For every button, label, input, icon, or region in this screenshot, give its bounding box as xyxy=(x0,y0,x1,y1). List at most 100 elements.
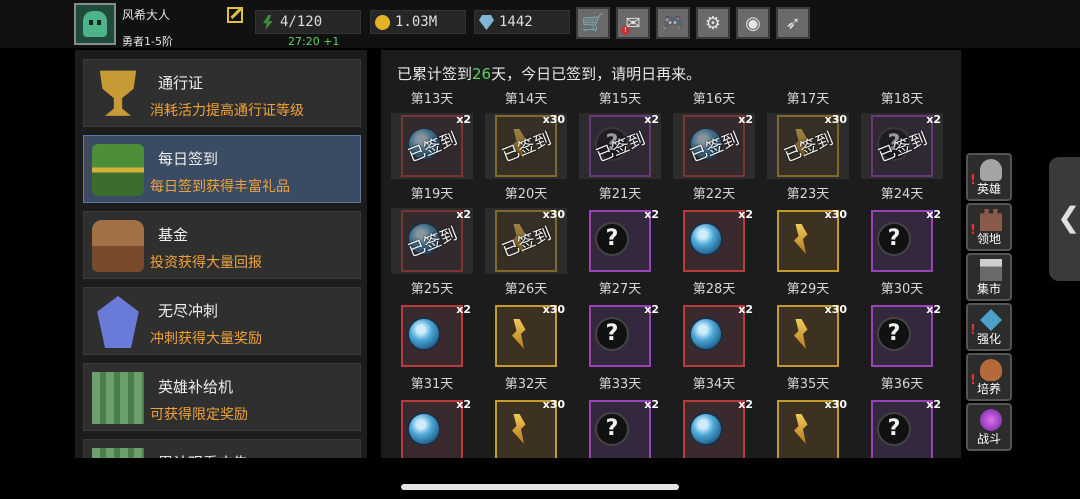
dock-button-label: 英雄 xyxy=(976,182,1001,196)
menu-item[interactable]: 通行证消耗活力提高通行证等级 xyxy=(83,59,361,127)
reward-cell[interactable]: x2 xyxy=(391,398,473,458)
reward-quantity: x2 xyxy=(644,303,659,316)
reward-quantity: x2 xyxy=(644,208,659,221)
ad-icon xyxy=(92,448,144,458)
reward-cell[interactable]: ? x2 已签到 xyxy=(579,113,661,179)
reward-cell[interactable]: x2 xyxy=(673,398,755,458)
reward-cell[interactable]: ? x2 已签到 xyxy=(861,113,943,179)
menu-item[interactable]: 英雄补给机 可获得限定奖励 xyxy=(83,363,361,431)
color-wheel-icon: ◉ xyxy=(745,12,761,34)
feather-icon: ➶ xyxy=(785,12,801,34)
reward-quantity: x2 xyxy=(738,398,753,411)
gem-counter: 1442 xyxy=(474,10,570,34)
menu-item-desc: 消耗活力提高通行证等级 xyxy=(150,103,304,119)
reward-quantity: x2 xyxy=(644,398,659,411)
reward-cell[interactable]: x30 已签到 xyxy=(485,113,567,179)
shop-cart-button[interactable]: 🛒 xyxy=(576,7,610,39)
reward-quantity: x30 xyxy=(824,398,847,411)
menu-item[interactable]: 每日签到 每日签到获得丰富礼品 xyxy=(83,135,361,203)
reward-cell[interactable]: ? x2 xyxy=(861,303,943,369)
reward-cell[interactable]: x30 xyxy=(767,303,849,369)
day-label: 第17天 xyxy=(786,92,830,107)
event-menu: 通行证 消耗活力提高通行证等级 每日签到 每日签到获得丰富礼品 基金 投资获得大量回报 无尽… xyxy=(75,50,367,458)
reward-cell[interactable]: x2 xyxy=(673,303,755,369)
blue-orb-icon xyxy=(691,414,721,444)
day-label: 第36天 xyxy=(880,377,924,392)
color-wheel-button[interactable]: ◉ xyxy=(736,7,770,39)
reward-quantity: x2 xyxy=(926,398,941,411)
reward-quantity: x30 xyxy=(824,303,847,316)
reward-quantity: x2 xyxy=(738,303,753,316)
avatar[interactable] xyxy=(74,3,116,45)
reward-cell[interactable]: ? x2 xyxy=(579,208,661,274)
reward-cell[interactable]: x30 xyxy=(485,398,567,458)
reward-cell[interactable]: x2 xyxy=(391,303,473,369)
reward-cell[interactable]: x2 已签到 xyxy=(391,113,473,179)
gear-button[interactable]: ⚙ xyxy=(696,7,730,39)
side-expand-tab[interactable]: ❮ xyxy=(1049,157,1080,281)
day-label: 第23天 xyxy=(786,187,830,202)
dock-button[interactable]: ! 强化 xyxy=(966,303,1012,351)
day-label: 第29天 xyxy=(786,282,830,297)
reward-cell[interactable]: x30 xyxy=(485,303,567,369)
dock-button[interactable]: ! 英雄 xyxy=(966,153,1012,201)
reward-cell[interactable]: x30 已签到 xyxy=(767,113,849,179)
reward-cell[interactable]: ? x2 xyxy=(861,398,943,458)
day-label: 第15天 xyxy=(598,92,642,107)
treasure-chest-icon xyxy=(92,144,144,196)
mail-button[interactable]: ✉! xyxy=(616,7,650,39)
player-name: 风希大人 xyxy=(122,8,171,22)
gem-icon xyxy=(479,15,494,30)
gamepad-button[interactable]: 🎮 xyxy=(656,7,690,39)
upgrade-gem-icon xyxy=(980,309,1002,331)
menu-item[interactable]: 无尽冲刺 冲刺获得大量奖励 xyxy=(83,287,361,355)
menu-item[interactable]: 累计观看广告 xyxy=(83,439,361,458)
menu-item-desc: 每日签到获得丰富礼品 xyxy=(150,179,290,195)
day-label: 第19天 xyxy=(410,187,454,202)
reward-cell[interactable]: x2 已签到 xyxy=(673,113,755,179)
feather-button[interactable]: ➶ xyxy=(776,7,810,39)
top-bar: 风希大人 勇者1-5阶 27:20 +1 4/120 1.03M 1442 🛒 ✉… xyxy=(0,0,1080,48)
day-label: 第27天 xyxy=(598,282,642,297)
reward-quantity: x30 xyxy=(824,208,847,221)
menu-item[interactable]: 基金 投资获得大量回报 xyxy=(83,211,361,279)
reward-cell[interactable]: ? x2 xyxy=(861,208,943,274)
hero-face-icon xyxy=(83,11,107,37)
mystery-box-icon: ? xyxy=(597,224,627,254)
day-label: 第35天 xyxy=(786,377,830,392)
shop-cart-icon: 🛒 xyxy=(581,12,605,34)
reward-quantity: x30 xyxy=(542,303,565,316)
reward-quantity: x30 xyxy=(542,398,565,411)
edit-icon[interactable] xyxy=(227,7,243,23)
blue-orb-icon xyxy=(691,319,721,349)
potion-icon xyxy=(980,359,1002,381)
day-label: 第14天 xyxy=(504,92,548,107)
home-indicator[interactable] xyxy=(401,484,679,490)
dock-button[interactable]: 集市 xyxy=(966,253,1012,301)
reward-cell[interactable]: x2 xyxy=(673,208,755,274)
dock-button[interactable]: ! 领地 xyxy=(966,203,1012,251)
reward-cell[interactable]: x30 xyxy=(767,398,849,458)
gear-icon: ⚙ xyxy=(704,12,722,34)
reward-cell[interactable]: ? x2 xyxy=(579,398,661,458)
reward-cell[interactable]: x2 已签到 xyxy=(391,208,473,274)
day-label: 第34天 xyxy=(692,377,736,392)
day-label: 第18天 xyxy=(880,92,924,107)
day-label: 第32天 xyxy=(504,377,548,392)
hero-helmet-icon xyxy=(980,159,1002,181)
mystery-box-icon: ? xyxy=(879,224,909,254)
menu-item-title: 无尽冲刺 xyxy=(158,302,219,320)
blue-orb-icon xyxy=(409,319,439,349)
dock-button[interactable]: 战斗 xyxy=(966,403,1012,451)
dock-button[interactable]: ! 培养 xyxy=(966,353,1012,401)
chevron-left-icon: ❮ xyxy=(1057,201,1080,234)
day-label: 第26天 xyxy=(504,282,548,297)
menu-item-title: 通行证 xyxy=(158,74,204,92)
reward-cell[interactable]: x30 已签到 xyxy=(485,208,567,274)
dock-button-label: 集市 xyxy=(976,282,1001,296)
supply-crate-icon xyxy=(92,372,144,424)
day-label: 第33天 xyxy=(598,377,642,392)
menu-item-title: 基金 xyxy=(158,226,189,244)
reward-cell[interactable]: ? x2 xyxy=(579,303,661,369)
reward-cell[interactable]: x30 xyxy=(767,208,849,274)
